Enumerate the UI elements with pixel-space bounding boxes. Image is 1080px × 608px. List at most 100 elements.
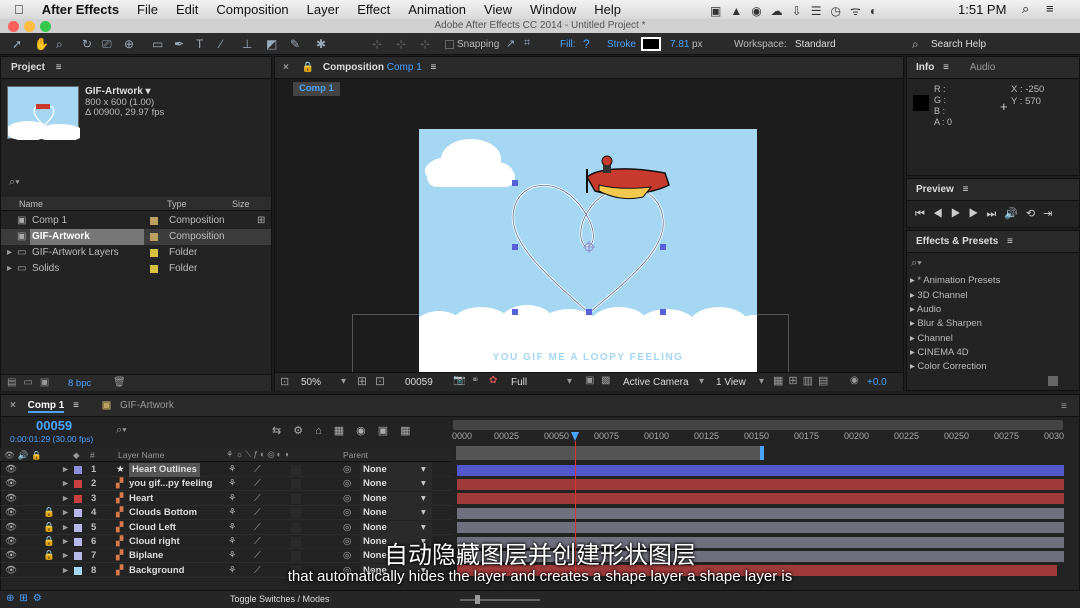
pick-whip-icon[interactable]: ◎ xyxy=(343,521,351,535)
layer-row[interactable]: 👁 🔒 ▸ 4 ▞ Clouds Bottom ⚘ ⟋ ◎ None ▾ xyxy=(0,506,452,521)
heart-outline-path[interactable] xyxy=(511,184,665,315)
pick-whip-icon[interactable]: ◎ xyxy=(343,492,351,506)
pick-whip-icon[interactable]: ◎ xyxy=(343,463,351,477)
panel-menu-icon[interactable]: ≡ xyxy=(943,62,949,73)
quality-switch-icon[interactable]: ⟋ xyxy=(254,506,261,520)
comp-breadcrumb[interactable]: Comp 1 xyxy=(293,82,340,96)
axis-view-icon[interactable]: ⊹ xyxy=(420,37,430,51)
timeline-footer-icons[interactable]: ⊕⊞⚙ xyxy=(6,593,47,604)
visibility-eye-icon[interactable]: 👁 xyxy=(5,477,17,491)
av-column-icons[interactable]: 👁🔊🔒 xyxy=(4,450,45,461)
project-item-gif-artwork-layers[interactable]: ▸ ▭ GIF-Artwork Layers Folder xyxy=(1,245,271,261)
lock-icon[interactable]: 🔒 xyxy=(43,521,55,535)
snapshot-icon[interactable]: 📷 xyxy=(453,375,465,386)
panel-menu-icon[interactable]: ≡ xyxy=(963,184,969,195)
always-preview-icon[interactable]: ⊡ xyxy=(280,375,289,388)
project-item-gif-artwork[interactable]: ▣ GIF-Artwork Composition xyxy=(1,229,271,245)
roto-brush-tool-icon[interactable]: ✎ xyxy=(290,37,300,51)
toggle-switches-modes[interactable]: Toggle Switches / Modes xyxy=(230,594,330,604)
expand-triangle-icon[interactable]: ▸ xyxy=(63,477,68,491)
switch-box[interactable] xyxy=(291,465,301,475)
dropdown-arrow-icon[interactable]: ▾ xyxy=(421,521,426,535)
menu-help[interactable]: Help xyxy=(594,2,621,17)
layer-name[interactable]: Heart Outlines xyxy=(129,463,200,477)
work-area-range[interactable] xyxy=(456,446,760,460)
shy-switch-icon[interactable]: ⚘ xyxy=(228,521,237,535)
expand-triangle-icon[interactable]: ▸ xyxy=(63,506,68,520)
stroke-width[interactable]: 7.81 xyxy=(670,39,689,50)
effects-category[interactable]: ▸ 3D Channel xyxy=(910,290,968,301)
dropdown-arrow-icon[interactable]: ▾ xyxy=(421,463,426,477)
menu-animation[interactable]: Animation xyxy=(408,2,466,17)
exposure-value[interactable]: +0.0 xyxy=(867,377,887,388)
effects-category[interactable]: ▸ Blur & Sharpen xyxy=(910,318,982,329)
parent-column[interactable]: Parent xyxy=(343,450,368,460)
workspace-select[interactable]: Standard xyxy=(795,39,836,50)
axis-local-icon[interactable]: ⊹ xyxy=(372,37,382,51)
project-item-comp1[interactable]: ▣ Comp 1 Composition ⊞ xyxy=(1,213,271,229)
apple-icon[interactable]:  xyxy=(14,2,24,17)
expand-triangle-icon[interactable]: ▸ xyxy=(7,245,12,261)
visibility-eye-icon[interactable]: 👁 xyxy=(5,492,17,506)
audio-tab[interactable]: Audio xyxy=(970,62,996,73)
layer-label-color[interactable] xyxy=(74,480,82,489)
current-time[interactable]: 00059 xyxy=(405,377,433,388)
layer-duration-bar[interactable] xyxy=(457,522,1064,534)
layer-duration-bar[interactable] xyxy=(457,493,1064,505)
lock-icon[interactable]: 🔒 xyxy=(43,506,55,520)
layer-duration-bar[interactable] xyxy=(457,478,1064,490)
snapping-checkbox[interactable] xyxy=(445,40,454,49)
zoom-window-icon[interactable] xyxy=(40,20,51,32)
composition-tab-label[interactable]: Composition xyxy=(323,62,384,73)
timeline-tab-gif-artwork[interactable]: GIF-Artwork xyxy=(120,400,174,411)
visibility-eye-icon[interactable]: 👁 xyxy=(5,506,17,520)
bit-depth[interactable]: 8 bpc xyxy=(68,378,91,389)
playback-controls[interactable]: ⏮◀▶▶⏭🔊⟲⇥ xyxy=(915,207,1060,221)
layer-row[interactable]: 👁 ▸ 2 ▞ you gif...py feeling ⚘ ⟋ ◎ None ▾ xyxy=(0,477,452,492)
timeline-tab-comp1[interactable]: Comp 1 xyxy=(27,400,65,413)
fill-none-icon[interactable]: ? xyxy=(583,37,590,51)
layer-label-color[interactable] xyxy=(74,523,82,532)
comp-viewer-canvas[interactable]: YOU GIF ME A LOOPY FEELING xyxy=(419,129,757,372)
layer-label-color[interactable] xyxy=(74,494,82,503)
effects-category[interactable]: ▸ Channel xyxy=(910,333,953,344)
panel-menu-icon[interactable]: ≡ xyxy=(1007,236,1013,247)
effects-category[interactable]: ▸ * Animation Presets xyxy=(910,275,1000,286)
label-color-swatch[interactable] xyxy=(150,233,158,241)
dropdown-arrow-icon[interactable]: ▾ xyxy=(341,376,346,387)
label-color-swatch[interactable] xyxy=(150,265,158,273)
resolution-select[interactable]: Full xyxy=(511,377,527,388)
layer-name[interactable]: you gif...py feeling xyxy=(129,477,212,491)
pan-behind-tool-icon[interactable]: ⊕ xyxy=(124,37,134,51)
zoom-slider-handle[interactable] xyxy=(475,595,480,604)
camera-view-select[interactable]: Active Camera xyxy=(623,377,689,388)
snap-grid-icon[interactable]: ⌗ xyxy=(524,37,530,50)
effects-category[interactable]: ▸ Audio xyxy=(910,304,941,315)
menu-edit[interactable]: Edit xyxy=(176,2,198,17)
composition-tab-name[interactable]: Comp 1 xyxy=(387,62,422,73)
quality-switch-icon[interactable]: ⟋ xyxy=(254,521,261,535)
work-area-end-handle[interactable] xyxy=(760,446,764,460)
dropdown-arrow-icon[interactable]: ▾ xyxy=(421,477,426,491)
close-window-icon[interactable] xyxy=(8,20,19,32)
safe-margins-icon[interactable]: ⊞ xyxy=(357,374,367,388)
layer-row[interactable]: 👁 ▸ 3 ▞ Heart ⚘ ⟋ ◎ None ▾ xyxy=(0,491,452,506)
zoom-tool-icon[interactable]: ⌕ xyxy=(56,37,63,52)
minimize-window-icon[interactable] xyxy=(24,20,35,32)
quality-switch-icon[interactable]: ⟋ xyxy=(254,492,261,506)
camera-tool-icon[interactable]: ⎚ xyxy=(102,37,112,52)
puppet-tool-icon[interactable]: ✱ xyxy=(316,37,326,51)
view-layout-select[interactable]: 1 View xyxy=(716,377,746,388)
eraser-tool-icon[interactable]: ◩ xyxy=(266,37,277,51)
quality-switch-icon[interactable]: ⟋ xyxy=(254,477,261,491)
pen-tool-icon[interactable]: ✒ xyxy=(174,37,184,51)
brush-tool-icon[interactable]: ⁄ xyxy=(220,37,222,51)
layer-duration-bar[interactable] xyxy=(457,464,1064,476)
trash-icon[interactable]: 🗑 xyxy=(113,377,126,388)
switch-box[interactable] xyxy=(291,508,301,519)
layer-row[interactable]: 👁 🔒 ▸ 5 ▞ Cloud Left ⚘ ⟋ ◎ None ▾ xyxy=(0,520,452,535)
snap-icon[interactable]: ↗ xyxy=(506,37,515,50)
expand-triangle-icon[interactable]: ▸ xyxy=(7,261,12,277)
dropdown-arrow-icon[interactable]: ▾ xyxy=(759,376,764,387)
layer-row[interactable]: 👁 ▸ 1 ★ Heart Outlines ⚘ ⟋ ◎ None ▾ xyxy=(0,463,452,477)
